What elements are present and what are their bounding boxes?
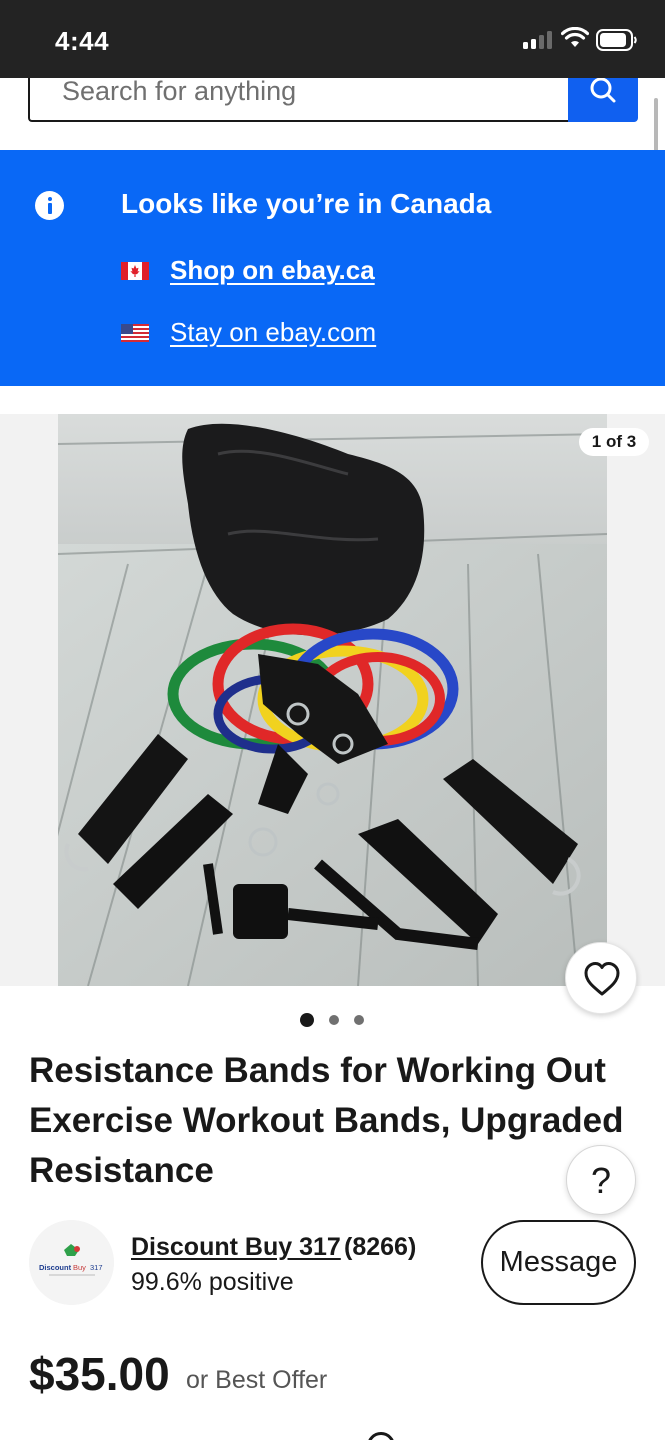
seller-name-link[interactable]: Discount Buy 317 <box>131 1233 341 1262</box>
listing-title: Resistance Bands for Working Out Exercis… <box>29 1051 624 1190</box>
gallery-pagination[interactable] <box>300 1012 370 1028</box>
search-button[interactable] <box>568 78 638 122</box>
wifi-icon <box>561 27 589 47</box>
search-placeholder: Search for anything <box>62 76 297 106</box>
price-suffix: or Best Offer <box>186 1366 328 1394</box>
svg-text:Discount: Discount <box>39 1263 72 1272</box>
pagination-dot-1[interactable] <box>300 1013 314 1027</box>
price: $35.00 <box>29 1348 170 1400</box>
seller-feedback-percent: 99.6% positive <box>131 1268 294 1296</box>
message-seller-button[interactable]: Message <box>481 1220 636 1305</box>
stay-on-ebay-com-link[interactable]: Stay on ebay.com <box>170 317 376 348</box>
seller-feedback-count: (8266) <box>344 1233 417 1261</box>
seller-logo-icon: Discount Buy 317 <box>29 1220 114 1305</box>
image-gallery[interactable] <box>0 414 665 986</box>
help-button[interactable]: ? <box>566 1145 636 1215</box>
heart-icon <box>584 962 620 996</box>
battery-icon <box>596 29 637 51</box>
us-flag-icon <box>121 324 149 342</box>
search-icon <box>590 78 616 103</box>
partial-icon <box>367 1432 395 1440</box>
image-counter-badge: 1 of 3 <box>579 428 649 456</box>
svg-text:Buy: Buy <box>73 1263 86 1272</box>
cellular-signal-icon <box>523 31 553 49</box>
svg-text:317: 317 <box>90 1263 103 1272</box>
shop-on-ebay-ca-link[interactable]: Shop on ebay.ca <box>170 255 375 286</box>
location-banner: Looks like you’re in Canada Shop on ebay… <box>0 150 665 386</box>
product-photo[interactable] <box>58 414 607 986</box>
status-bar: 4:44 <box>0 0 665 78</box>
search-input[interactable]: Search for anything <box>28 76 568 122</box>
banner-title: Looks like you’re in Canada <box>121 188 492 219</box>
seller-avatar[interactable]: Discount Buy 317 <box>29 1220 114 1305</box>
info-icon <box>35 191 64 220</box>
search-bar: Search for anything <box>0 76 665 150</box>
status-time: 4:44 <box>55 26 110 56</box>
pagination-dot-3[interactable] <box>354 1015 364 1025</box>
watchlist-button[interactable] <box>565 942 637 1014</box>
pagination-dot-2[interactable] <box>329 1015 339 1025</box>
canada-flag-icon <box>121 262 149 280</box>
